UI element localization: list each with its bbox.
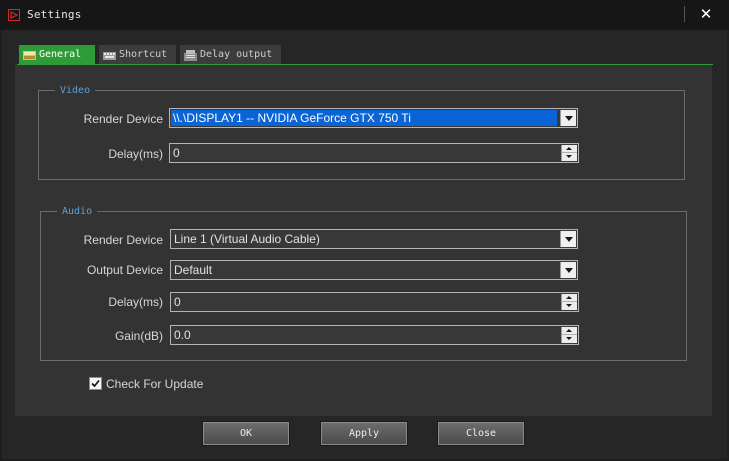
audio-render-device-label: Render Device [83,233,163,247]
spin-down-icon[interactable] [561,302,577,310]
spin-down-icon[interactable] [561,153,577,161]
check-for-update-checkbox[interactable] [89,377,102,390]
app-logo-icon [8,9,20,21]
audio-output-device-label: Output Device [86,263,163,277]
audio-gain-spinbox[interactable]: 0.0 [170,325,579,345]
tab-delay-output-label: Delay output [200,49,273,60]
chevron-down-icon[interactable] [560,262,576,278]
audio-output-device-value: Default [174,263,213,277]
tab-delay-output[interactable]: Delay output [180,45,281,64]
audio-legend: Audio [62,206,93,217]
keyboard-icon [103,49,116,60]
apply-button[interactable]: Apply [320,421,408,446]
tab-general-label: General [39,49,82,60]
close-window-icon[interactable]: ✕ [698,5,714,23]
video-render-device-label: Render Device [83,112,163,126]
ok-button[interactable]: OK [202,421,290,446]
video-delay-value: 0 [173,146,180,160]
audio-output-device-dropdown[interactable]: Default [170,260,578,280]
title-bar[interactable]: Settings ✕ [0,0,729,30]
video-legend: Video [60,85,91,96]
video-delay-label: Delay(ms) [108,147,163,161]
audio-render-device-value: Line 1 (Virtual Audio Cable) [174,232,320,246]
spin-up-icon[interactable] [561,145,577,153]
general-icon [23,49,36,60]
close-button[interactable]: Close [437,421,525,446]
video-render-device-dropdown[interactable]: \\.\DISPLAY1 -- NVIDIA GeForce GTX 750 T… [169,108,578,128]
tab-shortcut[interactable]: Shortcut [99,45,176,64]
audio-delay-label: Delay(ms) [108,295,163,309]
tab-general[interactable]: General [19,45,95,64]
audio-gain-value: 0.0 [174,328,191,342]
chevron-down-icon[interactable] [560,231,576,247]
check-for-update-label[interactable]: Check For Update [106,377,203,391]
chevron-down-icon[interactable] [560,110,576,126]
audio-delay-value: 0 [174,295,181,309]
window-title: Settings [27,8,82,21]
audio-delay-spinbox[interactable]: 0 [170,292,579,312]
spin-down-icon[interactable] [561,335,577,343]
clock-icon [184,49,197,61]
spin-up-icon[interactable] [561,327,577,335]
video-delay-spinbox[interactable]: 0 [169,143,579,163]
video-render-device-value: \\.\DISPLAY1 -- NVIDIA GeForce GTX 750 T… [171,110,557,126]
settings-window: Settings ✕ General Shortcut Delay output… [0,0,729,461]
tab-shortcut-label: Shortcut [119,49,168,60]
checkmark-icon [91,379,100,388]
video-group: Video [38,85,685,180]
audio-render-device-dropdown[interactable]: Line 1 (Virtual Audio Cable) [170,229,578,249]
titlebar-divider [684,6,685,22]
spin-up-icon[interactable] [561,294,577,302]
audio-gain-label: Gain(dB) [114,329,163,343]
